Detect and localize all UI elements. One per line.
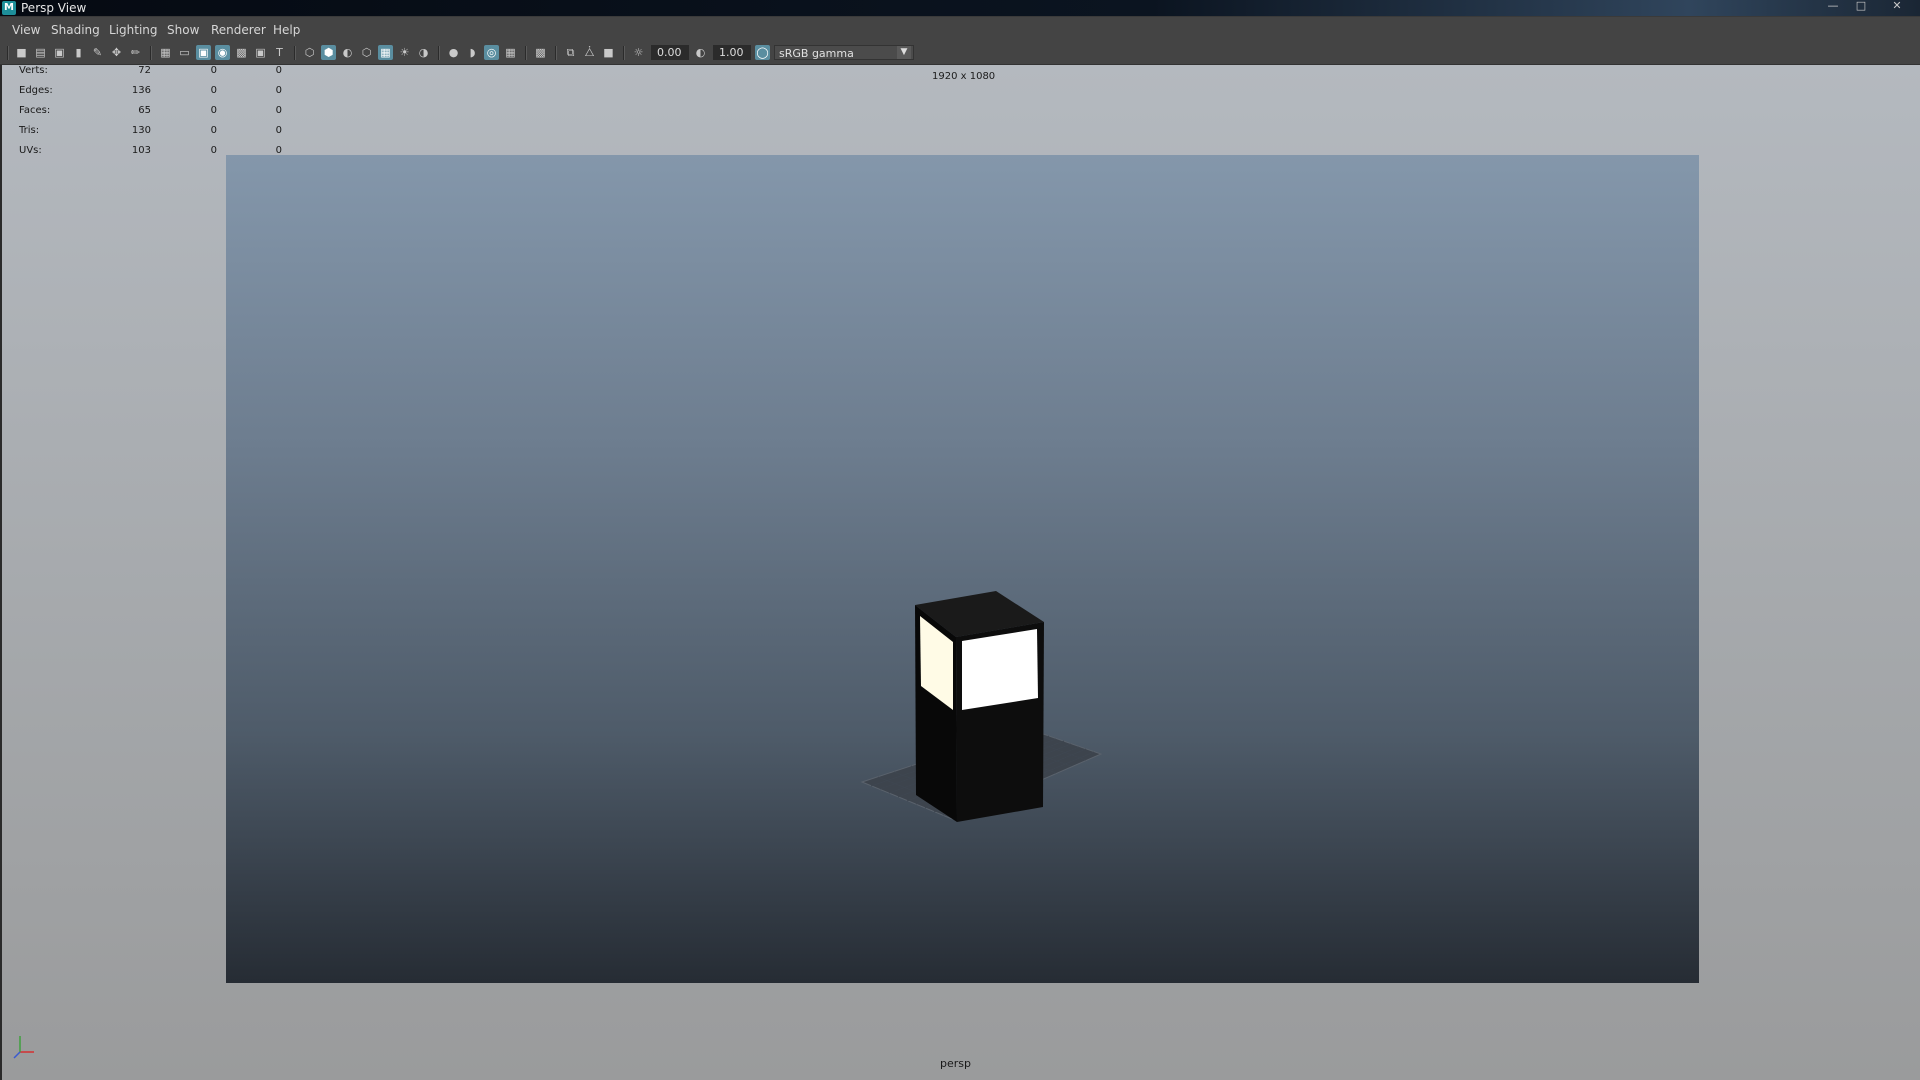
hud-value: 0 xyxy=(275,85,282,96)
hud-value: 0 xyxy=(275,65,282,76)
hud-label: Edges: xyxy=(19,85,53,96)
menu-help[interactable]: Help xyxy=(273,23,300,37)
persp-viewport[interactable]: Verts: 72 0 0 Edges: 136 0 0 Faces: 65 0… xyxy=(0,65,1920,1080)
hud-value: 103 xyxy=(131,145,151,156)
gate-mask-icon[interactable]: ◉ xyxy=(215,45,230,60)
2d-pan-zoom-icon[interactable]: ✏ xyxy=(128,45,143,60)
menu-bar: View Shading Lighting Show Renderer Help xyxy=(0,17,1920,41)
hud-label: Verts: xyxy=(19,65,48,76)
toolbar-separator xyxy=(438,46,440,60)
hud-row-edges: Edges: 136 0 0 xyxy=(19,85,282,101)
color-space-value: sRGB gamma xyxy=(779,47,854,60)
title-bar[interactable]: M Persp View — □ ✕ xyxy=(0,0,1920,16)
smooth-shade-icon[interactable]: ⬢ xyxy=(321,45,336,60)
exposure-icon[interactable]: ☼ xyxy=(631,45,646,60)
toolbar-separator xyxy=(555,46,557,60)
maya-logo-icon: M xyxy=(2,1,16,15)
toolbar-separator xyxy=(150,46,152,60)
scene-render xyxy=(860,591,1103,822)
panel-toolbar: ■ ▤ ▣ ▮ ✎ ✥ ✏ ▦ ▭ ▣ ◉ ▩ ▣ T ⬡ ⬢ ◐ ⬡ ▦ ☀ … xyxy=(0,41,1920,65)
depth-of-field-icon[interactable]: ▦ xyxy=(503,45,518,60)
menu-shading[interactable]: Shading xyxy=(51,23,100,37)
grid-icon[interactable]: ▦ xyxy=(158,45,173,60)
hud-label: Faces: xyxy=(19,105,51,116)
hud-value: 0 xyxy=(210,85,217,96)
window-title: Persp View xyxy=(21,1,87,15)
toolbar-separator xyxy=(525,46,527,60)
maximize-icon[interactable]: □ xyxy=(1848,0,1874,14)
hud-value: 0 xyxy=(210,65,217,76)
grease-pencil-icon[interactable]: ✎ xyxy=(90,45,105,60)
camera-name-label: persp xyxy=(940,1057,971,1070)
safe-title-icon[interactable]: T xyxy=(272,45,287,60)
camera-select-icon[interactable]: ■ xyxy=(14,45,29,60)
film-gate-icon[interactable]: ▭ xyxy=(177,45,192,60)
resolution-readout: 1920 x 1080 xyxy=(932,71,996,82)
textured-icon[interactable]: ▦ xyxy=(378,45,393,60)
maya-persp-window: M Persp View — □ ✕ View Shading Lighting… xyxy=(0,0,1920,1080)
default-material-icon[interactable]: ◐ xyxy=(340,45,355,60)
menu-lighting[interactable]: Lighting xyxy=(109,23,158,37)
anti-aliasing-icon[interactable]: ◎ xyxy=(484,45,499,60)
minimize-icon[interactable]: — xyxy=(1820,0,1846,14)
menu-show[interactable]: Show xyxy=(167,23,199,37)
chevron-down-icon: ▼ xyxy=(897,46,911,59)
use-all-lights-icon[interactable]: ☀ xyxy=(397,45,412,60)
hud-value: 0 xyxy=(210,105,217,116)
resolution-gate-icon[interactable]: ▣ xyxy=(196,45,211,60)
hud-value: 0 xyxy=(210,145,217,156)
view-axis-icon xyxy=(13,1036,34,1059)
shadows-icon[interactable]: ◑ xyxy=(416,45,431,60)
hud-label: UVs: xyxy=(19,145,42,156)
xray-icon[interactable]: ⧉ xyxy=(563,45,578,60)
hud-value: 0 xyxy=(275,105,282,116)
pan-zoom-icon[interactable]: ✥ xyxy=(109,45,124,60)
resolution-gate-area xyxy=(226,155,1699,983)
exposure-field[interactable] xyxy=(651,45,689,60)
bookmark-icon[interactable]: ▮ xyxy=(71,45,86,60)
hud-value: 0 xyxy=(210,125,217,136)
hud-row-tris: Tris: 130 0 0 xyxy=(19,125,282,141)
motion-blur-icon[interactable]: ◗ xyxy=(465,45,480,60)
menu-view[interactable]: View xyxy=(12,23,40,37)
hud-value: 136 xyxy=(131,85,151,96)
toolbar-separator xyxy=(623,46,625,60)
safe-action-icon[interactable]: ▣ xyxy=(253,45,268,60)
hud-value: 65 xyxy=(138,105,151,116)
camera-attributes-icon[interactable]: ▤ xyxy=(33,45,48,60)
lamp-post-model xyxy=(915,591,1044,822)
wireframe-on-shaded-icon[interactable]: ⬡ xyxy=(359,45,374,60)
menu-renderer[interactable]: Renderer xyxy=(211,23,266,37)
hud-value: 130 xyxy=(131,125,151,136)
xray-joints-icon[interactable]: ⧊ xyxy=(582,45,597,60)
hud-row-faces: Faces: 65 0 0 xyxy=(19,105,282,121)
gamma-icon[interactable]: ◐ xyxy=(693,45,708,60)
hud-row-verts: Verts: 72 0 0 xyxy=(19,65,282,81)
bookmark-camera-icon[interactable]: ▣ xyxy=(52,45,67,60)
color-space-dropdown[interactable]: sRGB gamma ▼ xyxy=(774,45,914,60)
field-chart-icon[interactable]: ▩ xyxy=(234,45,249,60)
isolate-select-icon[interactable]: ▩ xyxy=(533,45,548,60)
hud-value: 0 xyxy=(275,125,282,136)
color-management-icon[interactable]: ◯ xyxy=(755,45,770,60)
hud-value: 72 xyxy=(138,65,151,76)
wireframe-icon[interactable]: ⬡ xyxy=(302,45,317,60)
toolbar-separator xyxy=(7,46,9,60)
toolbar-separator xyxy=(294,46,296,60)
lamp-glow-right xyxy=(962,629,1038,710)
hud-label: Tris: xyxy=(19,125,40,136)
backface-culling-icon[interactable]: ■ xyxy=(601,45,616,60)
gamma-field[interactable] xyxy=(713,45,751,60)
close-icon[interactable]: ✕ xyxy=(1884,0,1910,14)
screen-space-ao-icon[interactable]: ● xyxy=(446,45,461,60)
